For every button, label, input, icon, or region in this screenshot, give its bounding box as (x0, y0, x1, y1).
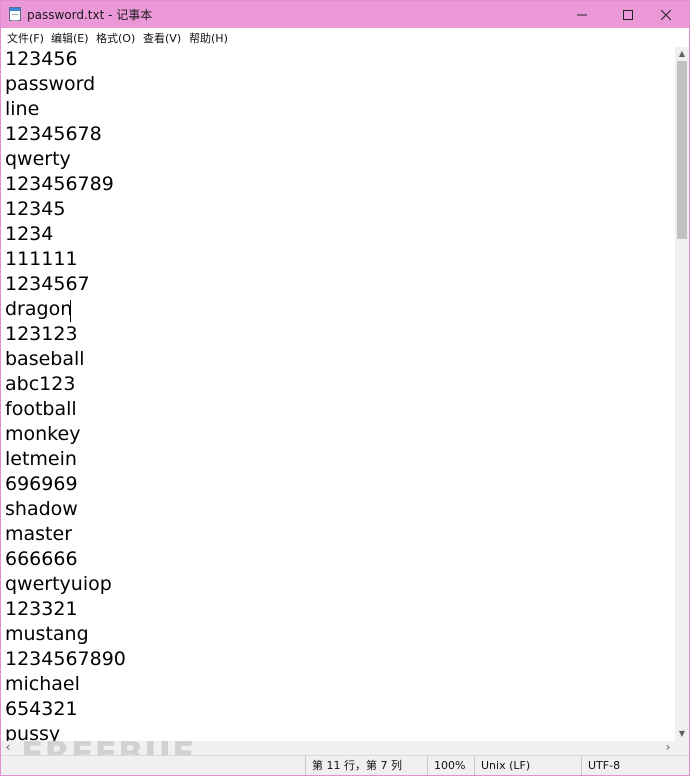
text-line: michael (5, 673, 80, 695)
text-line: 123456 (5, 48, 78, 70)
close-button[interactable] (643, 1, 689, 28)
line-ending: Unix (LF) (474, 756, 579, 775)
menu-file[interactable]: 文件(F) (7, 30, 44, 46)
text-line: 123321 (5, 598, 78, 620)
cursor-position: 第 11 行，第 7 列 (305, 756, 426, 775)
text-line: 123123 (5, 323, 78, 345)
text-line: master (5, 523, 73, 545)
encoding: UTF-8 (581, 756, 688, 775)
menu-help[interactable]: 帮助(H) (189, 30, 228, 46)
menu-view[interactable]: 查看(V) (143, 30, 181, 46)
text-line: 12345678 (5, 123, 102, 145)
text-line: mustang (5, 623, 89, 645)
text-line: 1234 (5, 223, 54, 245)
scroll-down-icon[interactable]: ▼ (675, 727, 689, 741)
minimize-icon (577, 14, 587, 15)
text-line: monkey (5, 423, 81, 445)
status-bar: 第 11 行，第 7 列 100% Unix (LF) UTF-8 (1, 755, 689, 775)
text-line: line (5, 98, 40, 120)
zoom-level: 100% (427, 756, 474, 775)
text-line: qwerty (5, 148, 71, 170)
text-line: 696969 (5, 473, 78, 495)
menu-edit[interactable]: 编辑(E) (51, 30, 89, 46)
text-line: 1234567890 (5, 648, 126, 670)
menu-format[interactable]: 格式(O) (96, 30, 135, 46)
text-line: 666666 (5, 548, 78, 570)
maximize-icon (623, 9, 633, 20)
text-line: 654321 (5, 698, 78, 720)
text-line: 1234567 (5, 273, 90, 295)
vertical-scroll-thumb[interactable] (677, 61, 687, 239)
text-line: 12345 (5, 198, 66, 220)
text-editor[interactable]: 123456 password line 12345678 qwerty 123… (1, 47, 675, 741)
scrollbar-corner (675, 741, 689, 755)
text-line: 123456789 (5, 173, 114, 195)
notepad-window: password.txt - 记事本 文件(F) 编辑(E) 格式(O) 查看(… (0, 0, 690, 776)
scroll-right-icon[interactable]: › (661, 741, 675, 755)
text-line: baseball (5, 348, 85, 370)
text-line: abc123 (5, 373, 76, 395)
text-line: shadow (5, 498, 78, 520)
text-line: qwertyuiop (5, 573, 112, 595)
text-line: football (5, 398, 77, 420)
text-line: password (5, 73, 96, 95)
title-bar[interactable]: password.txt - 记事本 (1, 1, 689, 28)
menu-bar: 文件(F) 编辑(E) 格式(O) 查看(V) 帮助(H) (1, 28, 689, 47)
scroll-up-icon[interactable]: ▲ (675, 47, 689, 61)
window-title: password.txt - 记事本 (27, 8, 153, 22)
notepad-icon[interactable] (9, 7, 21, 21)
close-icon (661, 9, 671, 20)
vertical-scrollbar[interactable]: ▲ ▼ (675, 47, 689, 741)
text-caret (70, 300, 71, 322)
minimize-button[interactable] (559, 1, 605, 28)
text-line: 111111 (5, 248, 78, 270)
text-line: letmein (5, 448, 77, 470)
text-line: dragon (5, 298, 73, 320)
scroll-left-icon[interactable]: ‹ (1, 741, 15, 755)
